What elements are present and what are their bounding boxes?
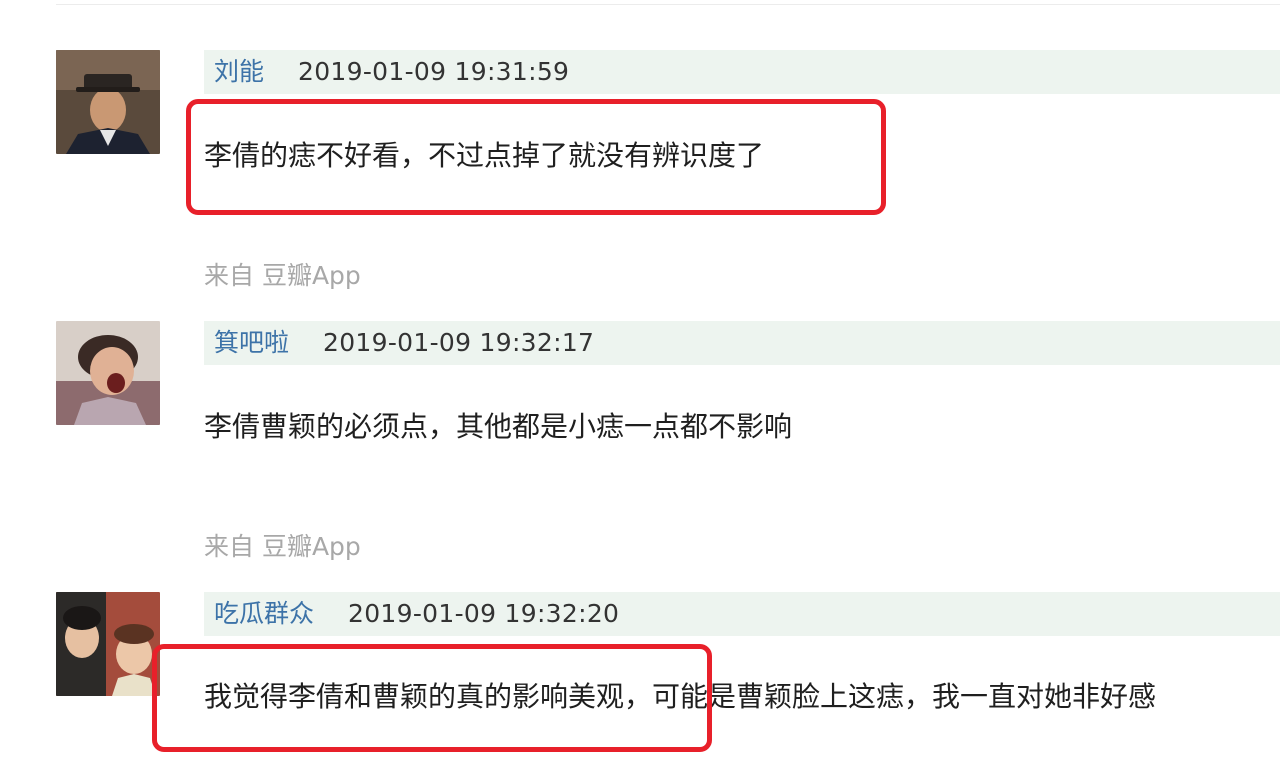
- comment-meta-bar: 刘能 2019-01-09 19:31:59: [204, 50, 1280, 94]
- avatar[interactable]: [56, 592, 160, 696]
- comment-meta-bar: 吃瓜群众 2019-01-09 19:32:20: [204, 592, 1280, 636]
- comment-source: 来自 豆瓣App: [204, 261, 361, 290]
- username-link[interactable]: 吃瓜群众: [214, 592, 314, 636]
- comment-page: 刘能 2019-01-09 19:31:59 李倩的痣不好看，不过点掉了就没有辨…: [0, 0, 1280, 767]
- comment-source: 来自 豆瓣App: [204, 532, 361, 561]
- comment-timestamp: 2019-01-09 19:31:59: [298, 57, 570, 86]
- comment-text: 李倩的痣不好看，不过点掉了就没有辨识度了: [204, 139, 765, 172]
- comment-text: 我觉得李倩和曹颖的真的影响美观，可能是曹颖脸上这痣，我一直对她非好感: [204, 680, 1157, 713]
- username-link[interactable]: 箕吧啦: [214, 321, 289, 365]
- comment-meta-bar: 箕吧啦 2019-01-09 19:32:17: [204, 321, 1280, 365]
- username-link[interactable]: 刘能: [214, 50, 264, 94]
- comment-text: 李倩曹颖的必须点，其他都是小痣一点都不影响: [204, 410, 793, 443]
- comment-timestamp: 2019-01-09 19:32:20: [348, 599, 620, 628]
- avatar[interactable]: [56, 50, 160, 154]
- divider: [56, 4, 1280, 5]
- avatar[interactable]: [56, 321, 160, 425]
- comment-timestamp: 2019-01-09 19:32:17: [323, 328, 595, 357]
